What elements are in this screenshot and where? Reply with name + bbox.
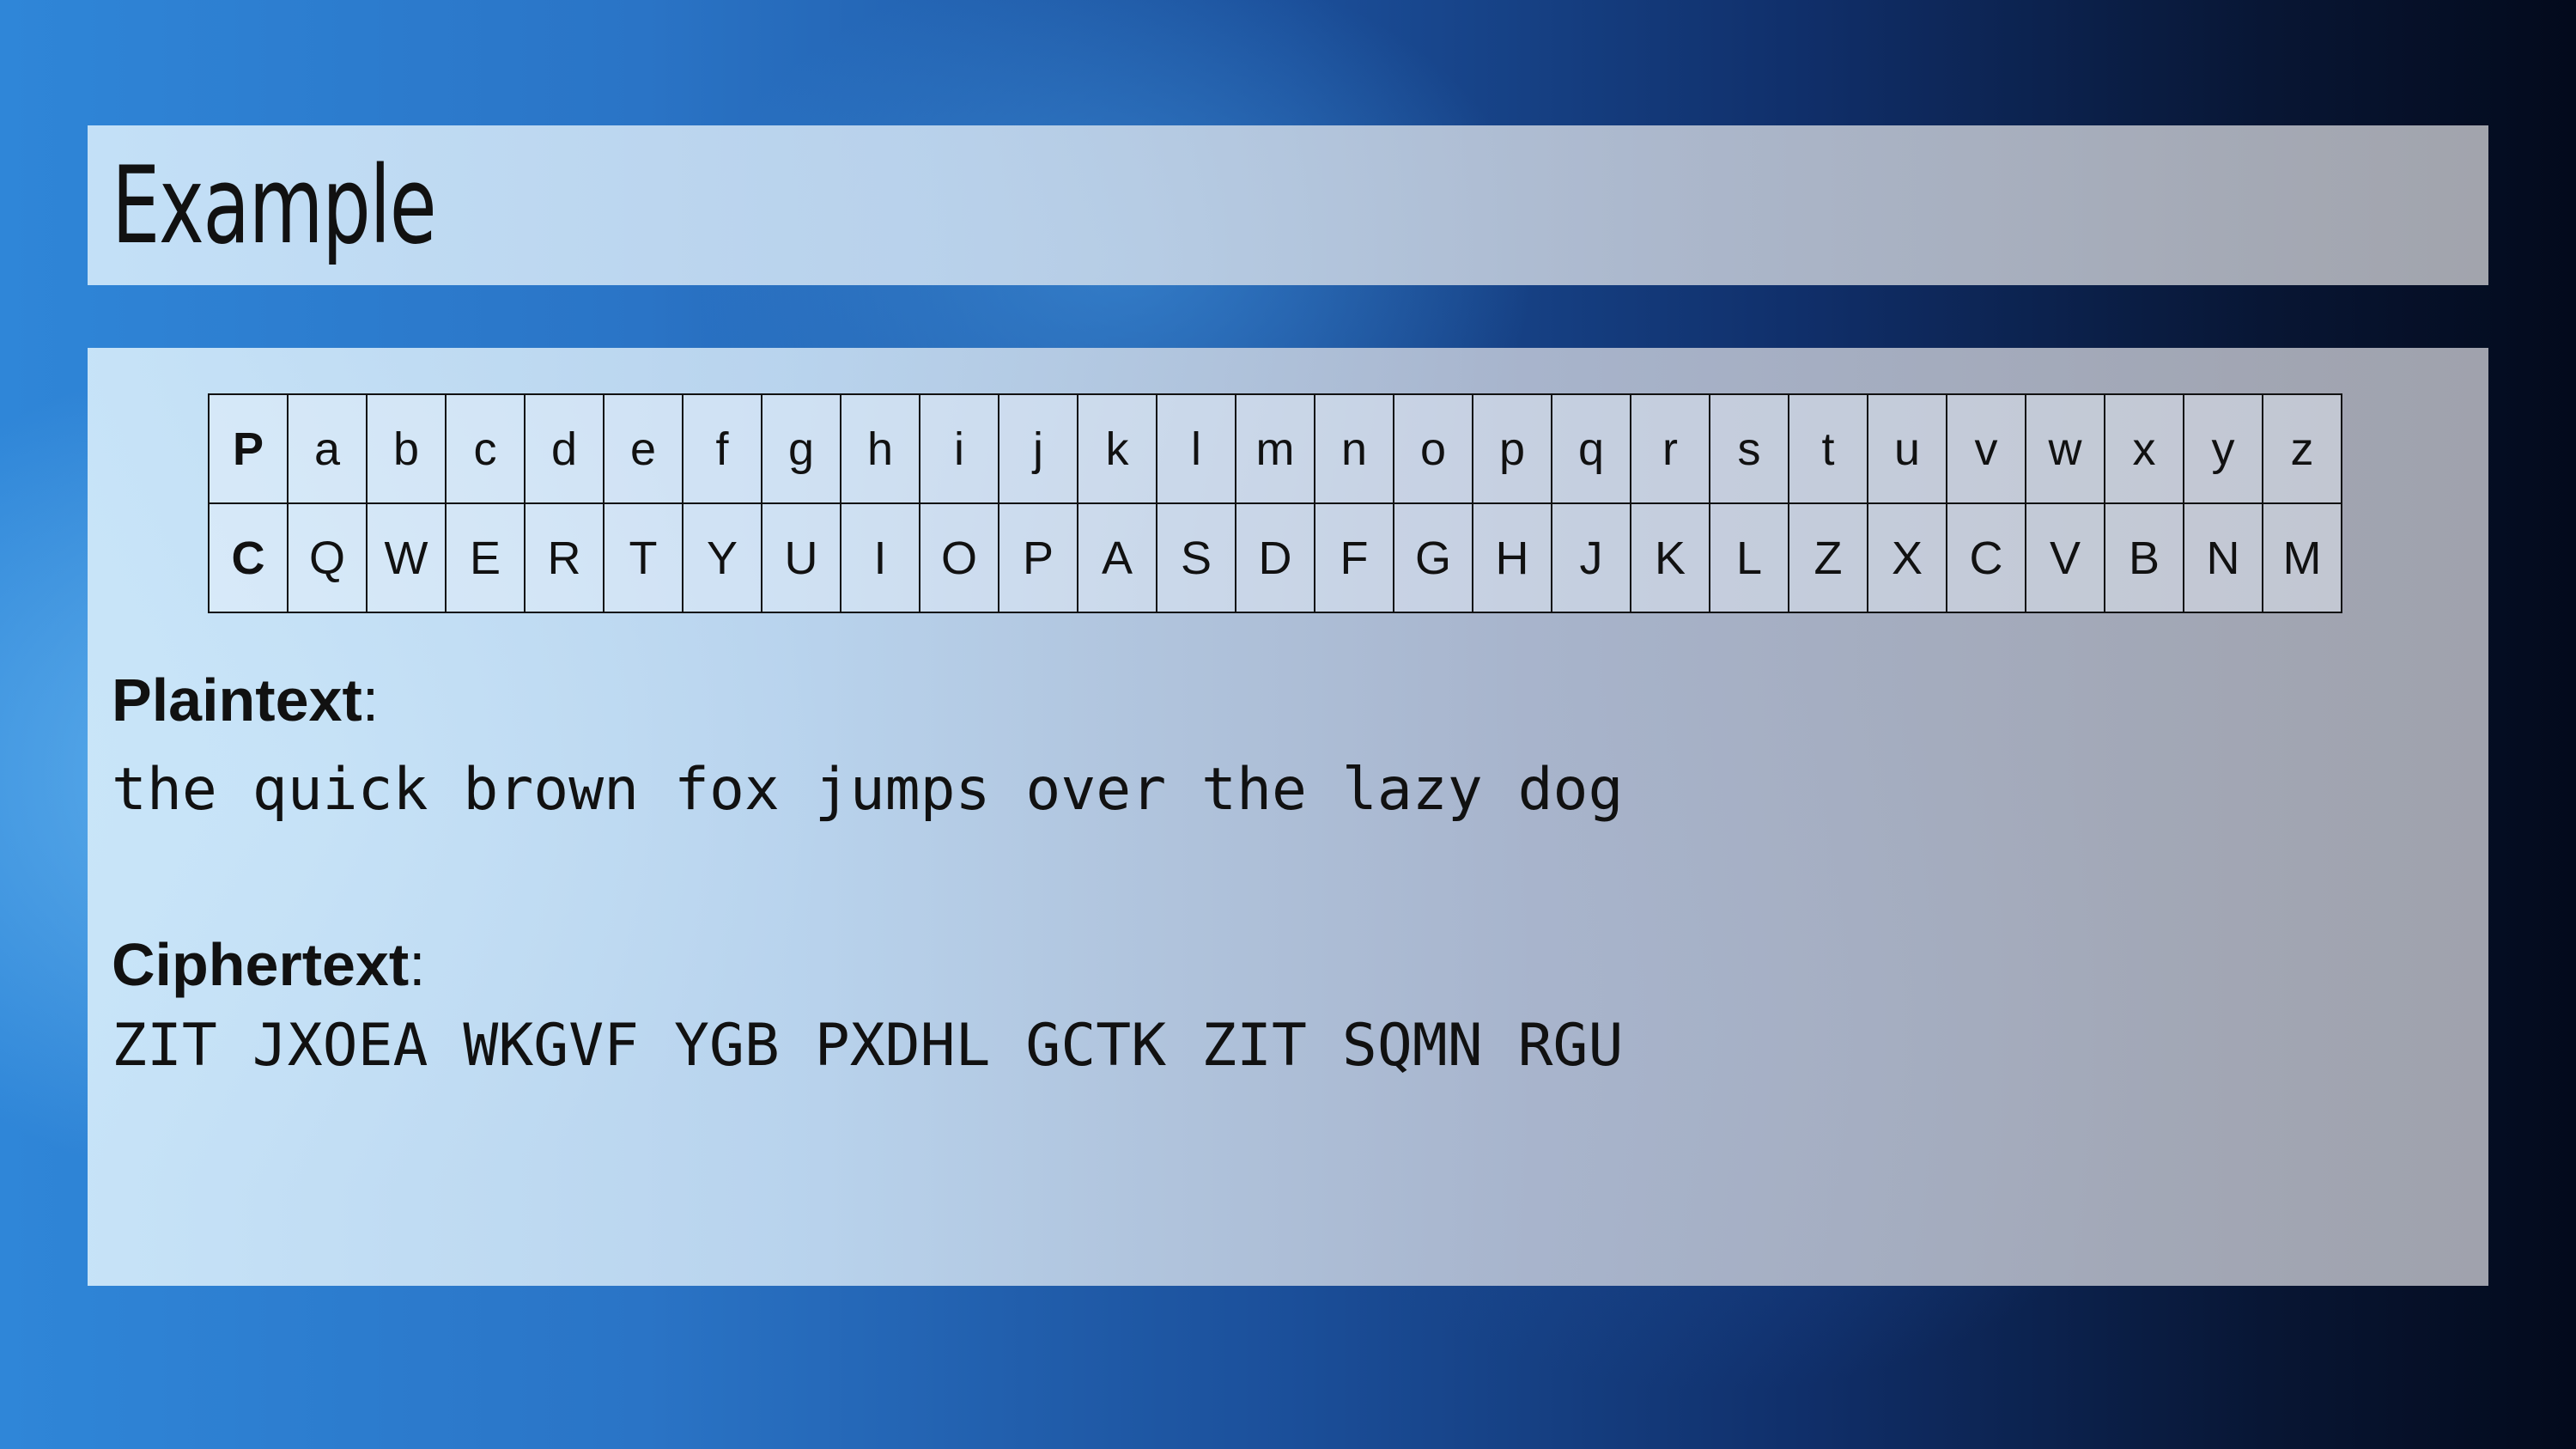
cipher-letter-cell: L [1709, 502, 1789, 613]
cipher-letter-cell: A [1077, 502, 1157, 613]
cipher-letter-cell: M [2262, 502, 2342, 613]
slide-title: Example [112, 144, 437, 268]
ciphertext-label: Ciphertext [112, 931, 410, 998]
cipher-letter-cell: B [2104, 502, 2184, 613]
cipher-letter-cell: G [1393, 502, 1473, 613]
cipher-letter-cell: X [1867, 502, 1947, 613]
cipher-letter-cell: I [840, 502, 920, 613]
plain-letter-cell: r [1630, 393, 1710, 504]
plain-letter-cell: o [1393, 393, 1473, 504]
plaintext-colon: : [361, 667, 380, 734]
plain-letter-cell: n [1314, 393, 1394, 504]
plain-letter-cell: s [1709, 393, 1789, 504]
cipher-letter-cell: H [1472, 502, 1552, 613]
plain-row-header: P [208, 393, 289, 504]
plaintext-label: Plaintext [112, 667, 362, 734]
cipher-row-header: C [208, 502, 289, 613]
plain-letter-cell: i [919, 393, 999, 504]
plain-letter-cell: z [2262, 393, 2342, 504]
substitution-table: P abcdefghijklmnopqrstuvwxyz C QWERTYUIO… [208, 393, 2342, 613]
plain-row: P abcdefghijklmnopqrstuvwxyz [208, 393, 2342, 504]
plain-letter-cell: j [998, 393, 1078, 504]
plain-letter-cell: x [2104, 393, 2184, 504]
plain-letter-cell: q [1551, 393, 1631, 504]
cipher-letter-cell: C [1946, 502, 2026, 613]
cipher-letter-cell: Y [682, 502, 762, 613]
plain-letter-cell: p [1472, 393, 1552, 504]
cipher-letter-cell: T [603, 502, 683, 613]
plain-letter-cell: b [366, 393, 447, 504]
plain-letter-cell: l [1156, 393, 1236, 504]
cipher-letter-cell: J [1551, 502, 1631, 613]
cipher-letter-cell: V [2025, 502, 2105, 613]
plain-letter-cell: g [761, 393, 841, 504]
plaintext-label-line: Plaintext: [112, 666, 379, 734]
cipher-letter-cell: U [761, 502, 841, 613]
ciphertext-colon: : [409, 931, 426, 998]
plain-letter-cell: t [1788, 393, 1868, 504]
cipher-letter-cell: W [366, 502, 447, 613]
cipher-letter-cell: D [1235, 502, 1315, 613]
plain-letter-cell: m [1235, 393, 1315, 504]
plain-letter-cell: u [1867, 393, 1947, 504]
plain-letter-cell: h [840, 393, 920, 504]
plaintext-value: the quick brown fox jumps over the lazy … [112, 756, 1624, 824]
title-panel [88, 125, 2488, 285]
cipher-letter-cell: Z [1788, 502, 1868, 613]
cipher-letter-cell: F [1314, 502, 1394, 613]
cipher-letter-cell: O [919, 502, 999, 613]
cipher-letter-cell: Q [287, 502, 368, 613]
plain-letter-cell: e [603, 393, 683, 504]
plain-letter-cell: a [287, 393, 368, 504]
plain-letter-cell: k [1077, 393, 1157, 504]
plain-letter-cell: f [682, 393, 762, 504]
plain-letter-cell: w [2025, 393, 2105, 504]
cipher-letter-cell: P [998, 502, 1078, 613]
plain-letter-cell: d [524, 393, 605, 504]
cipher-letter-cell: S [1156, 502, 1236, 613]
ciphertext-label-line: Ciphertext: [112, 930, 426, 999]
cipher-letter-cell: E [445, 502, 526, 613]
cipher-letter-cell: N [2183, 502, 2263, 613]
plain-letter-cell: y [2183, 393, 2263, 504]
plain-letter-cell: v [1946, 393, 2026, 504]
cipher-letter-cell: R [524, 502, 605, 613]
cipher-letter-cell: K [1630, 502, 1710, 613]
plain-letter-cell: c [445, 393, 526, 504]
cipher-row: C QWERTYUIOPASDFGHJKLZXCVBNM [208, 502, 2342, 613]
ciphertext-value: ZIT JXOEA WKGVF YGB PXDHL GCTK ZIT SQMN … [112, 1012, 1624, 1080]
